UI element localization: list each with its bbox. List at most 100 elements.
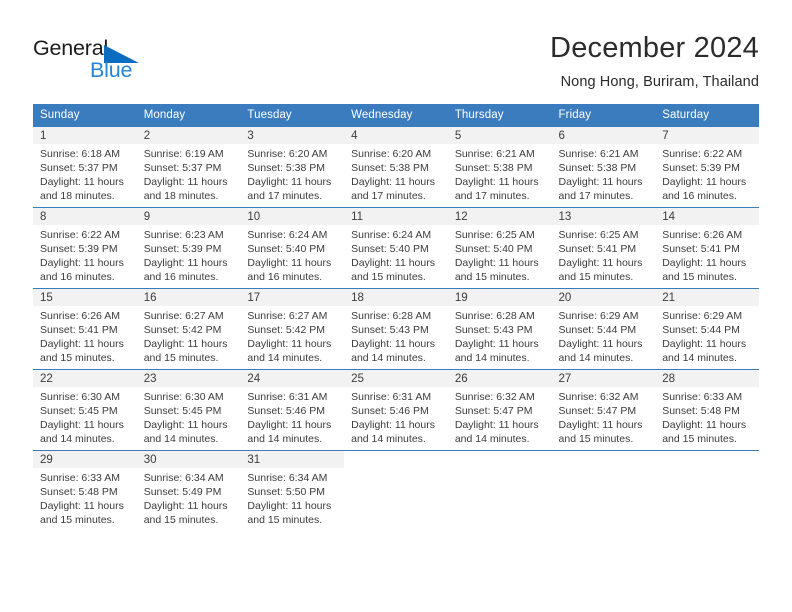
day-number <box>448 451 552 468</box>
day-number <box>552 451 656 468</box>
day-cell[interactable]: 8 Sunrise: 6:22 AM Sunset: 5:39 PM Daylight… <box>33 207 137 289</box>
day-cell-empty <box>344 450 448 531</box>
daylight-text-line1: Daylight: 11 hours <box>558 338 643 350</box>
day-cell[interactable]: 1 Sunrise: 6:18 AM Sunset: 5:37 PM Daylight… <box>33 126 137 208</box>
day-number: 29 <box>33 451 137 468</box>
day-number: 8 <box>33 208 137 225</box>
sunset-text: Sunset: 5:45 PM <box>40 405 118 417</box>
day-number: 24 <box>240 370 345 387</box>
day-number: 18 <box>344 289 448 306</box>
location-subtitle: Nong Hong, Buriram, Thailand <box>560 74 759 91</box>
day-cell[interactable]: 31 Sunrise: 6:34 AM Sunset: 5:50 PM Dayligh… <box>240 450 345 531</box>
day-number: 12 <box>447 208 552 225</box>
day-number: 20 <box>551 289 656 306</box>
daylight-text-line1: Daylight: 11 hours <box>351 338 435 350</box>
day-cell[interactable]: 25 Sunrise: 6:31 AM Sunset: 5:46 PM Dayligh… <box>344 369 448 451</box>
day-cell[interactable]: 22 Sunrise: 6:30 AM Sunset: 5:45 PM Dayligh… <box>33 369 137 451</box>
day-cell[interactable]: 29 Sunrise: 6:33 AM Sunset: 5:48 PM Dayligh… <box>33 450 137 531</box>
day-cell[interactable]: 24 Sunrise: 6:31 AM Sunset: 5:46 PM Dayligh… <box>240 369 345 451</box>
day-cell[interactable]: 27 Sunrise: 6:32 AM Sunset: 5:47 PM Dayligh… <box>551 369 656 451</box>
day-cell[interactable]: 4 Sunrise: 6:20 AM Sunset: 5:38 PM Daylight… <box>344 126 448 208</box>
day-cell[interactable]: 5 Sunrise: 6:21 AM Sunset: 5:38 PM Daylight… <box>447 126 552 208</box>
day-number: 1 <box>33 127 137 144</box>
day-number: 21 <box>655 289 759 306</box>
day-details: Sunrise: 6:24 AM Sunset: 5:40 PM Daylight:… <box>344 225 448 284</box>
sunrise-text: Sunrise: 6:30 AM <box>40 391 120 403</box>
sunset-text: Sunset: 5:48 PM <box>662 405 740 417</box>
day-cell[interactable]: 28 Sunrise: 6:33 AM Sunset: 5:48 PM Dayligh… <box>655 369 759 451</box>
day-details: Sunrise: 6:25 AM Sunset: 5:41 PM Daylight:… <box>552 225 656 284</box>
daylight-text-line1: Daylight: 11 hours <box>247 500 332 512</box>
sunrise-text: Sunrise: 6:33 AM <box>662 391 743 403</box>
sunrise-text: Sunrise: 6:21 AM <box>558 148 639 160</box>
daylight-text-line2: and 15 minutes. <box>40 514 115 526</box>
sunset-text: Sunset: 5:40 PM <box>247 243 326 255</box>
day-details: Sunrise: 6:21 AM Sunset: 5:38 PM Daylight:… <box>448 144 552 203</box>
day-cell-empty <box>655 450 759 531</box>
day-details: Sunrise: 6:25 AM Sunset: 5:40 PM Daylight:… <box>448 225 552 284</box>
sunset-text: Sunset: 5:44 PM <box>558 324 637 336</box>
sunset-text: Sunset: 5:47 PM <box>558 405 637 417</box>
day-cell[interactable]: 18 Sunrise: 6:28 AM Sunset: 5:43 PM Dayligh… <box>344 288 448 370</box>
day-cell[interactable]: 20 Sunrise: 6:29 AM Sunset: 5:44 PM Dayligh… <box>551 288 656 370</box>
day-cell[interactable]: 19 Sunrise: 6:28 AM Sunset: 5:43 PM Dayligh… <box>447 288 552 370</box>
day-cell[interactable]: 12 Sunrise: 6:25 AM Sunset: 5:40 PM Dayligh… <box>447 207 552 289</box>
day-number: 7 <box>655 127 759 144</box>
daylight-text-line1: Daylight: 11 hours <box>662 176 747 188</box>
title-block: December 2024 Nong Hong, Buriram, Thaila… <box>550 32 759 90</box>
sunset-text: Sunset: 5:40 PM <box>351 243 429 255</box>
sunrise-text: Sunrise: 6:26 AM <box>40 310 120 322</box>
day-cell[interactable]: 23 Sunrise: 6:30 AM Sunset: 5:45 PM Dayligh… <box>136 369 241 451</box>
sunrise-text: Sunrise: 6:25 AM <box>558 229 639 241</box>
sunrise-text: Sunrise: 6:32 AM <box>454 391 535 403</box>
day-details: Sunrise: 6:33 AM Sunset: 5:48 PM Daylight:… <box>655 387 759 446</box>
day-cell[interactable]: 2 Sunrise: 6:19 AM Sunset: 5:37 PM Daylight… <box>136 126 241 208</box>
daylight-text-line1: Daylight: 11 hours <box>454 257 539 269</box>
day-cell[interactable]: 26 Sunrise: 6:32 AM Sunset: 5:47 PM Dayligh… <box>447 369 552 451</box>
daylight-text-line2: and 14 minutes. <box>40 433 115 445</box>
day-details: Sunrise: 6:26 AM Sunset: 5:41 PM Daylight:… <box>33 306 137 365</box>
page-title: December 2024 <box>550 32 759 64</box>
daylight-text-line2: and 14 minutes. <box>662 352 737 364</box>
day-cell[interactable]: 9 Sunrise: 6:23 AM Sunset: 5:39 PM Daylight… <box>136 207 241 289</box>
sunrise-text: Sunrise: 6:30 AM <box>143 391 224 403</box>
sunrise-text: Sunrise: 6:33 AM <box>40 472 120 484</box>
day-cell[interactable]: 16 Sunrise: 6:27 AM Sunset: 5:42 PM Dayligh… <box>136 288 241 370</box>
day-number: 4 <box>344 127 448 144</box>
day-cell[interactable]: 3 Sunrise: 6:20 AM Sunset: 5:38 PM Daylight… <box>240 126 345 208</box>
day-cell[interactable]: 30 Sunrise: 6:34 AM Sunset: 5:49 PM Dayligh… <box>136 450 241 531</box>
day-number: 27 <box>551 370 656 387</box>
sunset-text: Sunset: 5:42 PM <box>143 324 222 336</box>
sunrise-text: Sunrise: 6:34 AM <box>143 472 224 484</box>
sunrise-text: Sunrise: 6:22 AM <box>40 229 120 241</box>
calendar-week-row: 1 Sunrise: 6:18 AM Sunset: 5:37 PM Daylight… <box>33 126 759 208</box>
day-details: Sunrise: 6:30 AM Sunset: 5:45 PM Daylight:… <box>33 387 137 446</box>
daylight-text-line1: Daylight: 11 hours <box>247 176 332 188</box>
day-number <box>344 451 448 468</box>
sunset-text: Sunset: 5:39 PM <box>40 243 118 255</box>
day-cell[interactable]: 15 Sunrise: 6:26 AM Sunset: 5:41 PM Dayligh… <box>33 288 137 370</box>
daylight-text-line2: and 15 minutes. <box>143 352 219 364</box>
day-cell[interactable]: 6 Sunrise: 6:21 AM Sunset: 5:38 PM Daylight… <box>551 126 656 208</box>
sunrise-text: Sunrise: 6:24 AM <box>351 229 432 241</box>
day-details: Sunrise: 6:21 AM Sunset: 5:38 PM Daylight:… <box>552 144 656 203</box>
sunrise-text: Sunrise: 6:18 AM <box>40 148 120 160</box>
day-cell[interactable]: 21 Sunrise: 6:29 AM Sunset: 5:44 PM Dayligh… <box>655 288 759 370</box>
day-number: 17 <box>240 289 345 306</box>
day-cell[interactable]: 17 Sunrise: 6:27 AM Sunset: 5:42 PM Dayligh… <box>240 288 345 370</box>
weekday-header-wednesday: Wednesday <box>344 104 448 127</box>
daylight-text-line1: Daylight: 11 hours <box>454 419 539 431</box>
day-cell[interactable]: 14 Sunrise: 6:26 AM Sunset: 5:41 PM Dayligh… <box>655 207 759 289</box>
day-number: 22 <box>33 370 137 387</box>
day-cell[interactable]: 11 Sunrise: 6:24 AM Sunset: 5:40 PM Dayligh… <box>344 207 448 289</box>
daylight-text-line1: Daylight: 11 hours <box>662 338 747 350</box>
day-cell[interactable]: 7 Sunrise: 6:22 AM Sunset: 5:39 PM Daylight… <box>655 126 759 208</box>
weekday-header-saturday: Saturday <box>655 104 759 127</box>
sunrise-text: Sunrise: 6:20 AM <box>351 148 432 160</box>
calendar-week-row: 22 Sunrise: 6:30 AM Sunset: 5:45 PM Dayligh… <box>33 369 759 451</box>
day-cell[interactable]: 13 Sunrise: 6:25 AM Sunset: 5:41 PM Dayligh… <box>551 207 656 289</box>
sunrise-text: Sunrise: 6:24 AM <box>247 229 328 241</box>
calendar-table: Sunday Monday Tuesday Wednesday Thursday… <box>33 104 759 531</box>
calendar-body: 1 Sunrise: 6:18 AM Sunset: 5:37 PM Daylight… <box>33 126 759 531</box>
day-cell[interactable]: 10 Sunrise: 6:24 AM Sunset: 5:40 PM Dayligh… <box>240 207 345 289</box>
